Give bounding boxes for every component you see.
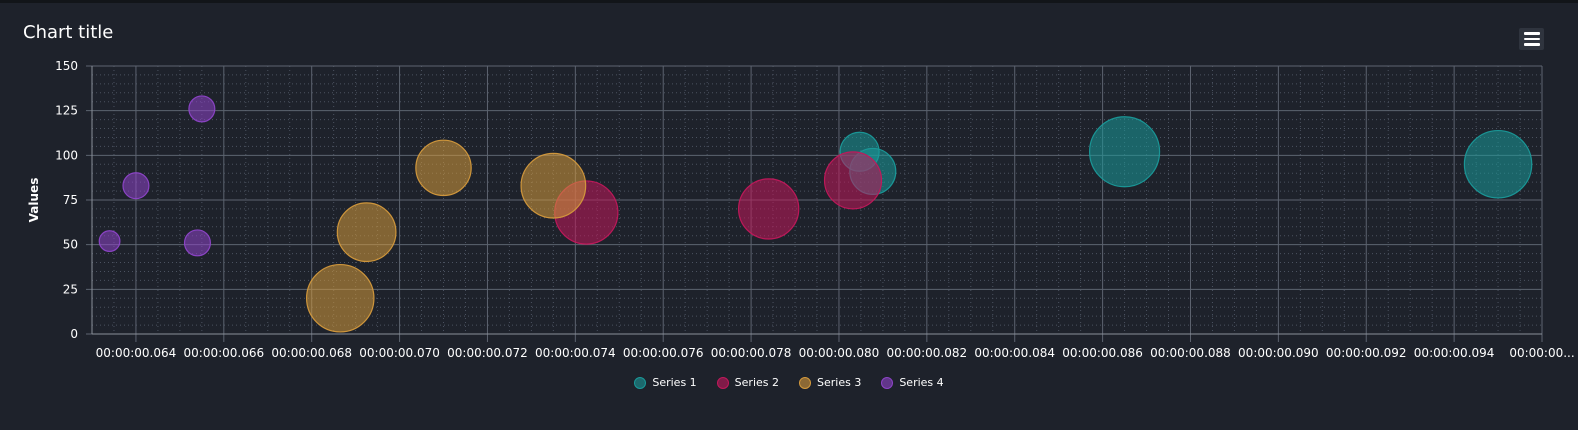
legend-swatch <box>881 376 894 389</box>
legend-label: Series 3 <box>817 376 862 389</box>
x-tick-label: 00:00:00.088 <box>1150 346 1231 360</box>
bubble-series-2[interactable] <box>823 151 883 210</box>
chart-legend: Series 1 Series 2 Series 3 Series 4 <box>0 376 1578 389</box>
x-tick-label: 00:00:00.068 <box>271 346 352 360</box>
bubble-series-3[interactable] <box>520 152 587 219</box>
bubble-series-4[interactable] <box>183 229 212 257</box>
x-tick-label: 00:00:00.076 <box>623 346 704 360</box>
legend-swatch <box>716 376 729 389</box>
legend-item-series-1[interactable]: Series 1 <box>634 376 697 389</box>
y-axis-title: Values <box>27 178 41 223</box>
legend-item-series-3[interactable]: Series 3 <box>799 376 861 389</box>
axes: 0 25 50 75 100 125 150 00:00:00.064 00:00:00.066… <box>55 59 1575 360</box>
y-tick-label: 50 <box>63 238 78 252</box>
x-tick-label: 00:00:00.084 <box>974 346 1055 360</box>
x-tick-label: 00:00:00.086 <box>1062 346 1143 360</box>
bubble-series-3[interactable] <box>305 263 375 333</box>
bubble-chart: 0 25 50 75 100 125 150 00:00:00.064 00:00:00.066… <box>27 59 1575 360</box>
bubble-series-3[interactable] <box>336 202 397 263</box>
legend-item-series-4[interactable]: Series 4 <box>881 376 944 389</box>
x-tick-label: 00:00:00... <box>1509 346 1574 360</box>
y-tick-label: 75 <box>63 193 78 207</box>
bubble-series-4[interactable] <box>98 230 121 253</box>
x-tick-label: 00:00:00.094 <box>1414 346 1495 360</box>
bubble-series-3[interactable] <box>415 139 472 197</box>
bubble-series-4[interactable] <box>122 172 150 200</box>
x-tick-label: 00:00:00.078 <box>711 346 792 360</box>
bubble-series-4[interactable] <box>188 95 216 123</box>
legend-label: Series 1 <box>652 376 697 389</box>
bubble-series-1[interactable] <box>1463 129 1533 199</box>
x-tick-label: 00:00:00.074 <box>535 346 616 360</box>
x-tick-label: 00:00:00.072 <box>447 346 528 360</box>
x-tick-label: 00:00:00.082 <box>887 346 968 360</box>
y-tick-label: 25 <box>63 282 78 296</box>
legend-label: Series 4 <box>899 376 944 389</box>
legend-label: Series 2 <box>734 376 779 389</box>
y-tick-label: 125 <box>55 104 78 118</box>
bubble-series-2[interactable] <box>737 178 800 240</box>
legend-item-series-2[interactable]: Series 2 <box>716 376 779 389</box>
legend-swatch <box>799 376 811 389</box>
bubble-series-1[interactable] <box>1088 116 1161 188</box>
major-gridlines <box>86 65 1543 342</box>
x-tick-label: 00:00:00.080 <box>799 346 880 360</box>
y-tick-label: 0 <box>70 327 78 341</box>
x-tick-label: 00:00:00.064 <box>96 346 177 360</box>
x-tick-label: 00:00:00.090 <box>1238 346 1319 360</box>
y-tick-label: 150 <box>55 59 78 73</box>
bubbles <box>98 95 1533 333</box>
x-tick-label: 00:00:00.066 <box>184 346 265 360</box>
x-tick-label: 00:00:00.092 <box>1326 346 1407 360</box>
y-tick-label: 100 <box>55 148 78 162</box>
legend-swatch <box>634 376 647 389</box>
x-tick-label: 00:00:00.070 <box>359 346 440 360</box>
